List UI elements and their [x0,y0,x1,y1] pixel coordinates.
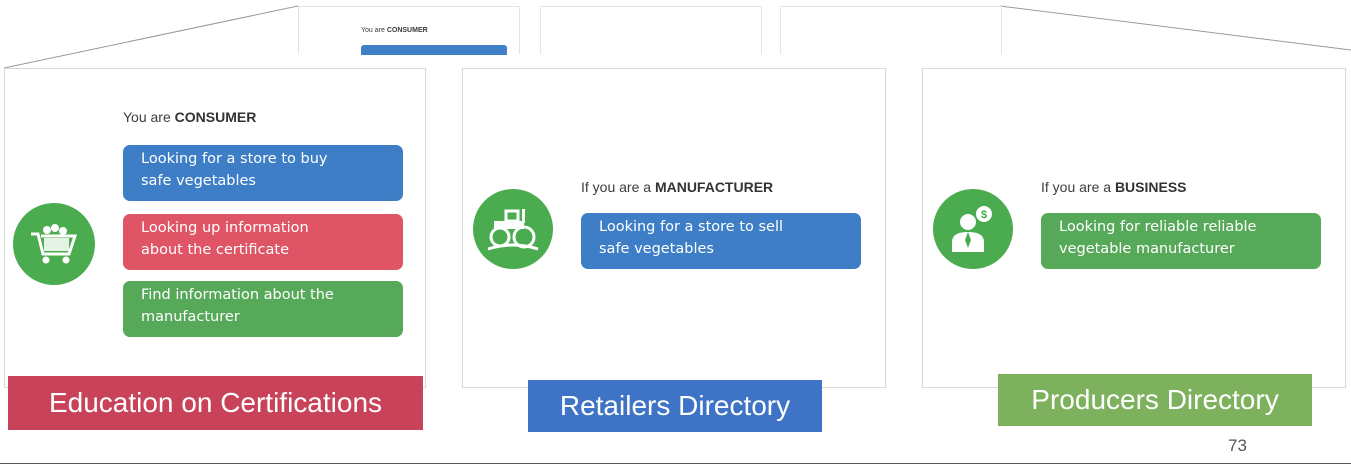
thumbnail-manufacturer [540,6,762,54]
retailers-label: Retailers Directory [528,380,822,432]
bottom-divider [0,463,1351,464]
education-label: Education on Certifications [8,376,423,430]
svg-text:$: $ [981,209,987,221]
producers-label: Producers Directory [998,374,1312,426]
tractor-icon [473,189,553,269]
find-manufacturer-button[interactable]: Looking for reliable reliable vegetable m… [1041,213,1321,269]
find-store-to-sell-button[interactable]: Looking for a store to sell safe vegetabl… [581,213,861,269]
thumbnail-consumer: You are CONSUMER [298,6,520,55]
business-card: $ If you are a BUSINESS Looking for reli… [922,68,1346,388]
manufacturer-heading: If you are a MANUFACTURER [581,179,774,195]
thumbnail-button [361,45,507,55]
thumbnail-business [780,6,1002,54]
find-store-to-buy-button[interactable]: Looking for a store to buy safe vegetable… [123,145,403,201]
business-heading: If you are a BUSINESS [1041,179,1187,195]
consumer-card: You are CONSUMER Looking for a store to … [4,68,426,388]
shopping-cart-vegetables-icon [13,203,95,285]
consumer-heading: You are CONSUMER [123,109,257,125]
manufacturer-card: If you are a MANUFACTURER Looking for a … [462,68,886,388]
page-number: 73 [1228,436,1247,455]
certificate-info-button[interactable]: Looking up information about the certific… [123,214,403,270]
thumbnail-heading: You are CONSUMER [361,27,428,34]
businessman-money-icon: $ [933,189,1013,269]
manufacturer-info-button[interactable]: Find information about the manufacturer [123,281,403,337]
